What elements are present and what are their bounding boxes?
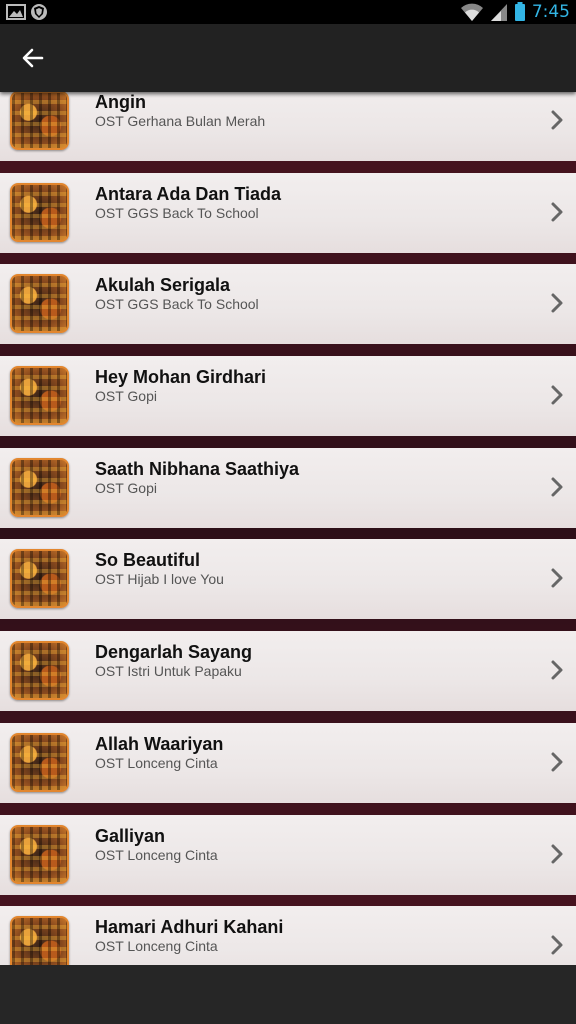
chevron-right-icon [551, 477, 563, 497]
list-item[interactable]: Angin OST Gerhana Bulan Merah [0, 92, 576, 161]
list-item[interactable]: So Beautiful OST Hijab I love You [0, 539, 576, 619]
song-subtitle: OST GGS Back To School [95, 205, 259, 221]
album-thumbnail [10, 916, 69, 965]
song-title: Allah Waariyan [95, 734, 224, 754]
bottom-bar [0, 965, 576, 1024]
song-title: Hey Mohan Girdhari [95, 367, 267, 387]
song-title: Galliyan [95, 826, 166, 846]
song-title: Saath Nibhana Saathiya [95, 459, 300, 479]
chevron-right-icon [551, 110, 563, 130]
list-item[interactable]: Allah Waariyan OST Lonceng Cinta [0, 723, 576, 803]
chevron-right-icon [551, 293, 563, 313]
battery-icon [514, 2, 525, 21]
list-item[interactable]: Hamari Adhuri Kahani OST Lonceng Cinta [0, 906, 576, 965]
list-item[interactable]: Akulah Serigala OST GGS Back To School [0, 264, 576, 344]
song-subtitle: OST Gerhana Bulan Merah [95, 113, 266, 129]
album-thumbnail [10, 549, 69, 608]
album-thumbnail [10, 733, 69, 792]
song-title: So Beautiful [95, 550, 201, 570]
song-list[interactable]: Angin OST Gerhana Bulan Merah Antara Ada… [0, 92, 576, 965]
signal-icon [490, 4, 507, 21]
list-item[interactable]: Saath Nibhana Saathiya OST Gopi [0, 448, 576, 528]
system-icons: 7:45 [460, 1, 570, 23]
chevron-right-icon [551, 844, 563, 864]
song-title: Akulah Serigala [95, 275, 231, 295]
chevron-right-icon [551, 935, 563, 955]
app-bar [0, 24, 576, 92]
album-thumbnail [10, 641, 69, 700]
list-item[interactable]: Hey Mohan Girdhari OST Gopi [0, 356, 576, 436]
song-subtitle: OST Lonceng Cinta [95, 938, 218, 954]
chevron-right-icon [551, 568, 563, 588]
song-subtitle: OST Lonceng Cinta [95, 755, 218, 771]
back-button[interactable] [14, 40, 52, 76]
notification-icons [6, 3, 48, 21]
chevron-right-icon [551, 385, 563, 405]
song-subtitle: OST Gopi [95, 388, 157, 404]
chevron-right-icon [551, 752, 563, 772]
album-thumbnail [10, 183, 69, 242]
chevron-right-icon [551, 660, 563, 680]
song-subtitle: OST Istri Untuk Papaku [95, 663, 242, 679]
album-thumbnail [10, 274, 69, 333]
album-thumbnail [10, 366, 69, 425]
list-item[interactable]: Galliyan OST Lonceng Cinta [0, 815, 576, 895]
list-item[interactable]: Dengarlah Sayang OST Istri Untuk Papaku [0, 631, 576, 711]
wifi-icon [460, 3, 483, 21]
song-subtitle: OST GGS Back To School [95, 296, 259, 312]
song-title: Dengarlah Sayang [95, 642, 253, 662]
status-bar: 7:45 [0, 0, 576, 24]
arrow-left-icon [22, 48, 44, 68]
song-subtitle: OST Lonceng Cinta [95, 847, 218, 863]
gallery-icon [6, 4, 26, 20]
clock: 7:45 [531, 2, 570, 22]
song-title: Antara Ada Dan Tiada [95, 184, 282, 204]
song-title: Angin [95, 92, 146, 112]
album-thumbnail [10, 825, 69, 884]
song-subtitle: OST Hijab I love You [95, 571, 224, 587]
list-item[interactable]: Antara Ada Dan Tiada OST GGS Back To Sch… [0, 173, 576, 253]
song-subtitle: OST Gopi [95, 480, 157, 496]
album-thumbnail [10, 92, 69, 150]
album-thumbnail [10, 458, 69, 517]
chevron-right-icon [551, 202, 563, 222]
shield-icon [31, 4, 47, 20]
song-title: Hamari Adhuri Kahani [95, 917, 284, 937]
